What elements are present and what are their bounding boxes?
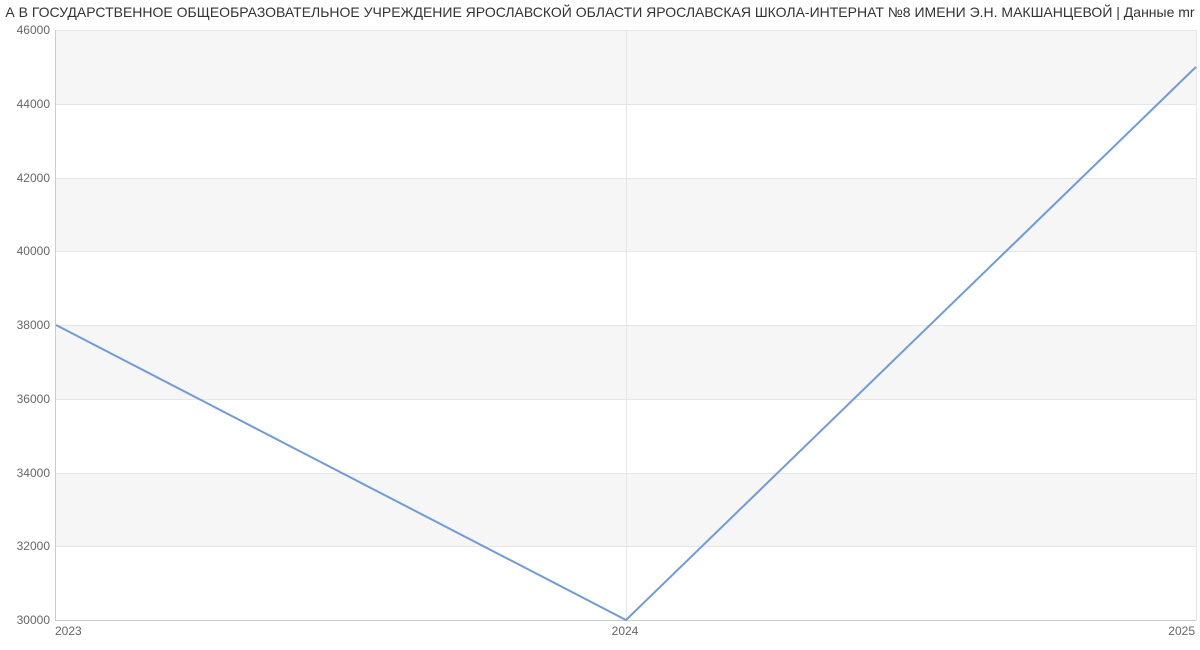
x-tick-label: 2025 <box>1168 624 1195 638</box>
y-tick-label: 36000 <box>5 392 50 406</box>
y-tick-label: 32000 <box>5 539 50 553</box>
y-tick-label: 30000 <box>5 613 50 627</box>
x-tick-label: 2024 <box>612 624 639 638</box>
x-tick-label: 2023 <box>55 624 82 638</box>
vgridline <box>1196 30 1197 620</box>
y-tick-label: 46000 <box>5 23 50 37</box>
data-line <box>56 30 1196 620</box>
line-chart: А В ГОСУДАРСТВЕННОЕ ОБЩЕОБРАЗОВАТЕЛЬНОЕ … <box>0 0 1200 650</box>
chart-title: А В ГОСУДАРСТВЕННОЕ ОБЩЕОБРАЗОВАТЕЛЬНОЕ … <box>0 4 1200 20</box>
y-tick-label: 34000 <box>5 466 50 480</box>
plot-area <box>55 30 1196 621</box>
y-tick-label: 40000 <box>5 244 50 258</box>
y-tick-label: 42000 <box>5 171 50 185</box>
y-tick-label: 38000 <box>5 318 50 332</box>
y-tick-label: 44000 <box>5 97 50 111</box>
